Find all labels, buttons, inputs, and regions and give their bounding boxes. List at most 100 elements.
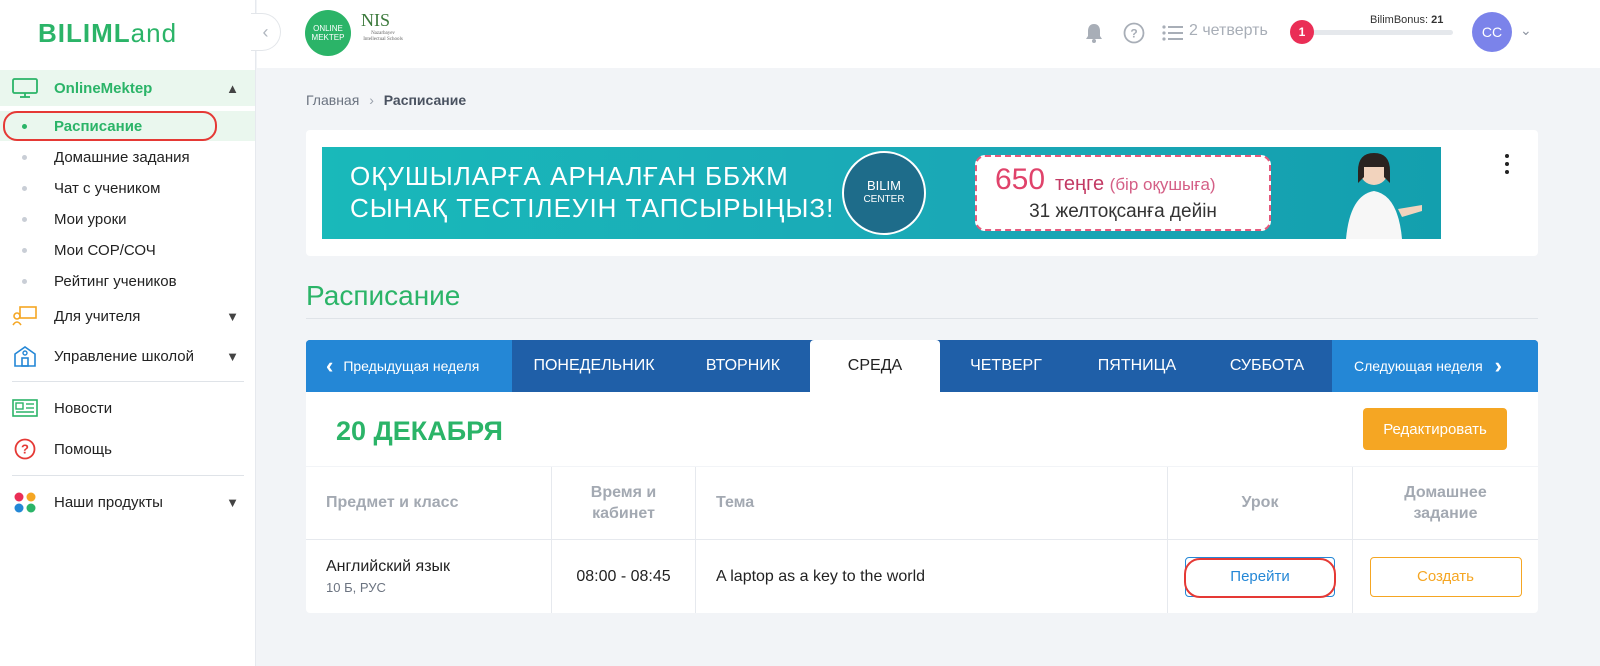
banner-headline-2: СЫНАҚ ТЕСТІЛЕУІН ТАПСЫРЫҢЫЗ! [350, 193, 835, 223]
column-header-homework-text: Домашнее задание [1404, 482, 1486, 524]
bullet-icon [22, 216, 27, 222]
chevron-down-icon: ▼ [226, 494, 239, 510]
quarter-selector[interactable]: 2 четверть [1189, 22, 1268, 40]
chevron-up-icon: ▲ [226, 80, 239, 96]
next-week-button[interactable]: Следующая неделя › [1332, 340, 1538, 392]
teacher-icon [12, 305, 38, 327]
table-row: Английский язык 10 Б, РУС [306, 540, 552, 613]
chevron-down-icon: ▼ [226, 308, 239, 324]
tab-saturday[interactable]: СУББОТА [1202, 340, 1332, 392]
bilimbonus-label: BilimBonus: 21 [1370, 14, 1443, 26]
column-header-time-line1: Время и [590, 484, 657, 501]
bilim-center-logo-subtext: CENTER [863, 194, 905, 205]
column-header-homework: Домашнее задание [1353, 467, 1538, 540]
help-icon[interactable]: ? [1123, 22, 1145, 44]
column-header-topic: Тема [696, 467, 1168, 540]
chevron-down-icon[interactable]: ⌄ [1520, 22, 1532, 39]
sidebar-item-label: Новости [54, 399, 113, 417]
sidebar-item-label: Мои СОР/СОЧ [54, 241, 156, 259]
sidebar-item-our-products[interactable]: Наши продукты ▼ [0, 484, 255, 520]
column-header-lesson: Урок [1168, 467, 1353, 540]
previous-week-button[interactable]: ‹ Предыдущая неделя [306, 340, 512, 392]
sidebar-item-school-management[interactable]: Управление школой ▼ [0, 338, 255, 374]
svg-text:?: ? [1130, 27, 1137, 41]
bullet-icon [22, 154, 27, 160]
tab-monday[interactable]: ПОНЕДЕЛЬНИК [512, 340, 676, 392]
sidebar-item-label: Рейтинг учеников [54, 272, 177, 290]
tab-wednesday[interactable]: СРЕДА [810, 340, 940, 392]
sidebar-section-label: OnlineMektep [54, 79, 153, 97]
products-icon [12, 491, 38, 513]
bilimbonus-progress [1307, 30, 1453, 35]
time-cell: 08:00 - 08:45 [552, 540, 696, 613]
sidebar-item-label: Мои уроки [54, 210, 127, 228]
list-icon[interactable] [1162, 22, 1184, 44]
title-divider [306, 318, 1538, 319]
presenter-illustration [1346, 153, 1422, 239]
tab-tuesday[interactable]: ВТОРНИК [676, 340, 810, 392]
topic-cell: A laptop as a key to the world [696, 540, 1168, 613]
promo-banner[interactable]: ОҚУШЫЛАРҒА АРНАЛҒАН ББЖМ СЫНАҚ ТЕСТІЛЕУІ… [322, 147, 1441, 239]
chevron-right-icon: › [369, 92, 374, 108]
sidebar-item-student-rating[interactable]: Рейтинг учеников [0, 266, 255, 296]
tab-friday[interactable]: ПЯТНИЦА [1072, 340, 1202, 392]
column-header-time-text: Время и кабинет [591, 482, 656, 524]
banner-card: ОҚУШЫЛАРҒА АРНАЛҒАН ББЖМ СЫНАҚ ТЕСТІЛЕУІ… [306, 130, 1538, 256]
tab-thursday[interactable]: ЧЕТВЕРГ [940, 340, 1072, 392]
sidebar-item-label: Помощь [54, 440, 112, 458]
lesson-cell: Перейти [1168, 540, 1353, 613]
sidebar-divider [12, 475, 244, 476]
monitor-icon [12, 78, 38, 98]
offer-price: 650 [995, 163, 1046, 196]
subject-class: 10 Б, РУС [326, 580, 386, 595]
sidebar-item-my-lessons[interactable]: Мои уроки [0, 204, 255, 234]
bilimbonus-caption: BilimBonus: [1370, 14, 1429, 26]
homework-cell: Создать [1353, 540, 1538, 613]
sidebar-section-onlinemektep[interactable]: OnlineMektep ▲ [0, 70, 255, 106]
schedule-table: Предмет и класс Время и кабинет Тема Урок… [306, 467, 1538, 613]
more-vertical-icon[interactable] [1504, 154, 1510, 174]
sidebar-item-for-teacher[interactable]: Для учителя ▼ [0, 298, 255, 334]
next-week-label: Следующая неделя [1354, 358, 1483, 374]
column-header-subject: Предмет и класс [306, 467, 552, 540]
column-header-time: Время и кабинет [552, 467, 696, 540]
bilim-center-logo-text: BILIM [867, 178, 901, 193]
nis-logo-text: NIS [361, 10, 391, 30]
bullet-icon [22, 247, 27, 253]
bilimbonus-value: 21 [1431, 14, 1444, 26]
bullet-icon [22, 278, 27, 284]
chevron-down-icon: ▼ [226, 348, 239, 364]
sidebar-item-label: Домашние задания [54, 148, 190, 166]
onlinemektep-logo[interactable]: ONLINE MEKTEP [305, 10, 351, 56]
sidebar-item-news[interactable]: Новости [0, 390, 255, 426]
news-icon [12, 397, 38, 419]
edit-button[interactable]: Редактировать [1363, 408, 1507, 450]
school-icon [12, 345, 38, 367]
bilimland-logo[interactable]: BILIMLand [38, 18, 177, 49]
sidebar-item-homework[interactable]: Домашние задания [0, 142, 255, 172]
sidebar-item-sor-soch[interactable]: Мои СОР/СОЧ [0, 235, 255, 265]
bell-icon[interactable] [1083, 22, 1105, 44]
create-homework-button[interactable]: Создать [1369, 556, 1522, 597]
logo-text-bold: BILIML [38, 18, 131, 48]
highlight-annotation [3, 111, 217, 141]
day-tabs: ‹ Предыдущая неделя ПОНЕДЕЛЬНИК ВТОРНИК … [306, 340, 1538, 392]
page-title: Расписание [306, 280, 461, 311]
breadcrumb-current: Расписание [383, 92, 467, 108]
sidebar-item-label: Чат с учеником [54, 179, 161, 197]
nis-logo-subtext: Nazarbayev Intellectual Schools [363, 31, 403, 42]
date-header: 20 ДЕКАБРЯ Редактировать [306, 392, 1538, 466]
subject-cell: Английский язык 10 Б, РУС [326, 558, 450, 595]
offer-currency: теңге [1055, 173, 1105, 195]
avatar[interactable]: CC [1472, 12, 1512, 52]
sidebar-item-help[interactable]: ? Помощь [0, 431, 255, 467]
column-header-homework-line1: Домашнее [1404, 484, 1487, 501]
offer-unit: теңге (бір оқушыға) [1055, 173, 1216, 196]
go-to-lesson-button[interactable]: Перейти [1184, 556, 1336, 598]
bilimbonus-badge[interactable]: 1 [1290, 20, 1314, 44]
sidebar-item-label: Управление школой [54, 347, 194, 365]
sidebar-item-label: Для учителя [54, 307, 141, 325]
breadcrumb-home[interactable]: Главная [306, 92, 359, 108]
help-icon: ? [12, 438, 38, 460]
sidebar-item-student-chat[interactable]: Чат с учеником [0, 173, 255, 203]
